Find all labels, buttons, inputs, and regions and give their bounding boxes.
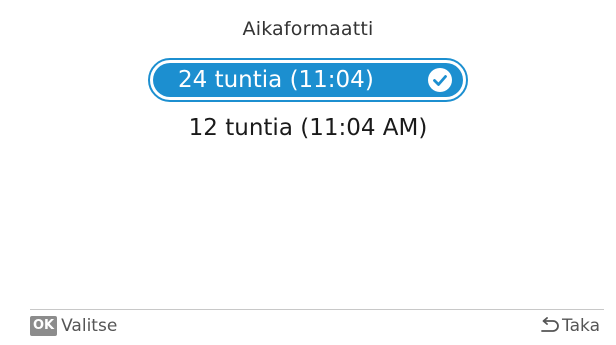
check-circle-icon xyxy=(428,68,452,92)
time-format-screen: Aikaformaatti 24 tuntia (11:04) 12 tunti… xyxy=(0,0,616,345)
select-hint[interactable]: OK Valitse xyxy=(30,316,117,336)
footer-divider xyxy=(30,309,604,310)
footer-bar: OK Valitse Taka xyxy=(0,314,616,344)
back-arrow-icon xyxy=(538,317,560,335)
option-24-hour[interactable]: 24 tuntia (11:04) xyxy=(148,58,468,102)
back-label: Taka xyxy=(562,316,600,336)
back-hint[interactable]: Taka xyxy=(538,316,600,336)
ok-key-icon: OK xyxy=(30,316,58,336)
page-title: Aikaformaatti xyxy=(242,18,374,40)
select-label: Valitse xyxy=(61,316,118,336)
option-label: 24 tuntia (11:04) xyxy=(178,67,374,93)
option-label: 12 tuntia (11:04 AM) xyxy=(188,115,428,141)
option-list: 24 tuntia (11:04) 12 tuntia (11:04 AM) xyxy=(0,58,616,152)
option-12-hour[interactable]: 12 tuntia (11:04 AM) xyxy=(148,108,468,152)
